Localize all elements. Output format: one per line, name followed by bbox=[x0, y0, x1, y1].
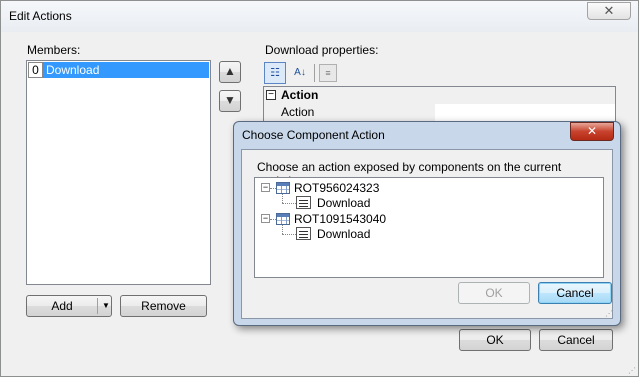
action-icon bbox=[296, 227, 311, 240]
close-button[interactable]: ✕ bbox=[587, 2, 631, 20]
property-row[interactable]: Action bbox=[264, 104, 615, 121]
chevron-down-icon[interactable]: ▼ bbox=[101, 296, 111, 316]
category-label: Action bbox=[281, 88, 319, 102]
member-index: 0 bbox=[28, 62, 43, 78]
move-up-button[interactable]: ▲ bbox=[219, 61, 241, 83]
action-icon bbox=[296, 196, 311, 209]
choose-component-action-dialog: Choose Component Action ✕ Choose an acti… bbox=[233, 121, 621, 326]
tree-leaf[interactable]: Download bbox=[296, 195, 416, 211]
tree-node-label: ROT1091543040 bbox=[294, 212, 387, 226]
resize-grip-icon[interactable]: ⋰ bbox=[605, 310, 613, 318]
list-item[interactable]: 0 Download bbox=[28, 62, 209, 78]
tree-node[interactable]: − ROT1091543040 bbox=[261, 211, 561, 227]
property-value[interactable] bbox=[436, 104, 615, 121]
tree-connector bbox=[282, 203, 296, 204]
ok-button[interactable]: OK bbox=[459, 329, 531, 351]
tree-connector bbox=[282, 194, 283, 203]
close-icon: ✕ bbox=[586, 124, 598, 138]
tree-leaf[interactable]: Download bbox=[296, 226, 416, 242]
property-name: Action bbox=[264, 104, 435, 121]
tree-connector bbox=[282, 225, 283, 234]
dialog-title: Choose Component Action bbox=[242, 128, 385, 142]
tree-leaf-label: Download bbox=[317, 196, 371, 210]
title-bar: Edit Actions ✕ bbox=[1, 1, 638, 32]
tree-leaf-label: Download bbox=[317, 227, 371, 241]
close-icon: ✕ bbox=[603, 3, 615, 18]
members-label: Members: bbox=[27, 43, 81, 57]
component-tree[interactable]: − ROT956024323 Download − ROT1091543040 bbox=[254, 177, 604, 278]
properties-toolbar: ☷ A↓ ≡ bbox=[263, 62, 338, 84]
collapse-icon[interactable]: − bbox=[261, 214, 270, 223]
category-row[interactable]: − Action bbox=[264, 87, 615, 104]
arrow-up-icon: ▲ bbox=[224, 64, 236, 78]
resize-grip-icon[interactable]: ⋰ bbox=[628, 366, 638, 376]
tree-node-label: ROT956024323 bbox=[294, 181, 380, 195]
dialog-body: Choose an action exposed by components o… bbox=[241, 149, 613, 319]
ok-button[interactable]: OK bbox=[458, 282, 530, 304]
collapse-icon[interactable]: − bbox=[266, 90, 276, 100]
remove-button[interactable]: Remove bbox=[120, 295, 207, 317]
split-divider bbox=[97, 298, 98, 314]
property-pages-icon[interactable]: ≡ bbox=[319, 64, 337, 82]
toolbar-separator bbox=[314, 64, 315, 82]
members-list[interactable]: 0 Download bbox=[26, 60, 211, 285]
alphabetical-icon[interactable]: A↓ bbox=[289, 62, 311, 84]
member-name: Download bbox=[43, 62, 209, 78]
categorized-icon[interactable]: ☷ bbox=[264, 62, 286, 84]
move-down-button[interactable]: ▼ bbox=[219, 90, 241, 112]
cancel-button[interactable]: Cancel bbox=[539, 329, 613, 351]
collapse-icon[interactable]: − bbox=[261, 183, 270, 192]
tree-node[interactable]: − ROT956024323 bbox=[261, 180, 561, 196]
add-button-label: Add bbox=[51, 299, 73, 313]
arrow-down-icon: ▼ bbox=[224, 93, 236, 107]
close-button[interactable]: ✕ bbox=[570, 122, 614, 141]
dialog-title: Edit Actions bbox=[9, 9, 72, 23]
add-button[interactable]: Add ▼ bbox=[26, 295, 112, 317]
properties-label: Download properties: bbox=[265, 43, 379, 57]
cancel-button[interactable]: Cancel bbox=[538, 282, 612, 304]
worksheet-table-icon bbox=[276, 213, 290, 225]
tree-connector bbox=[282, 234, 296, 235]
worksheet-table-icon bbox=[276, 182, 290, 194]
